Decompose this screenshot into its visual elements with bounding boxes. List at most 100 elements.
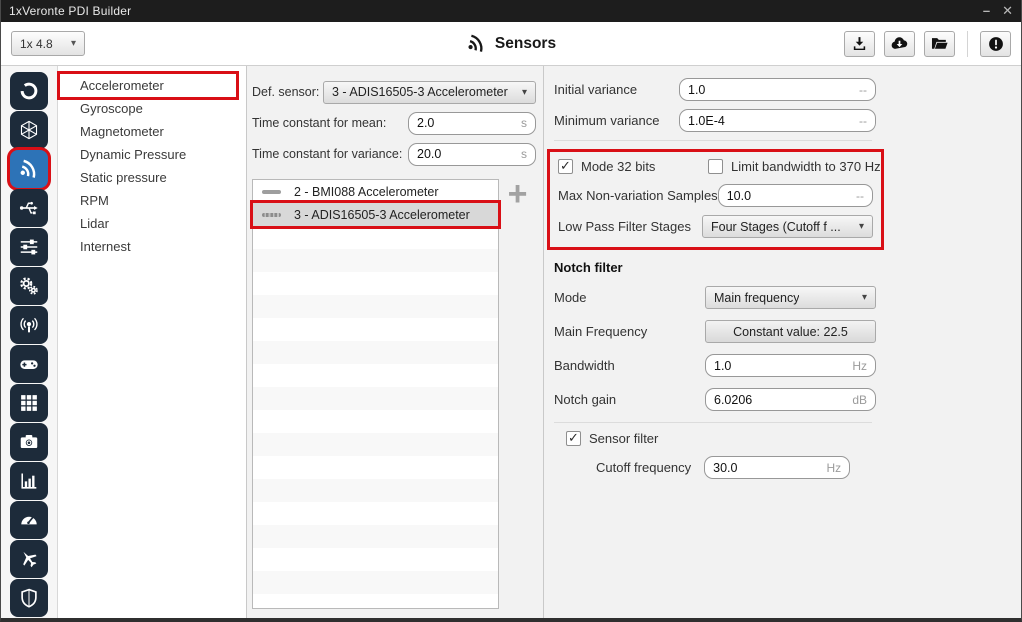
sidebar-item-broadcast[interactable] bbox=[10, 306, 48, 344]
gears-icon bbox=[18, 275, 40, 297]
mode-32-bits-checkbox[interactable] bbox=[558, 159, 573, 174]
accelerometer-panel: Def. sensor: 3 - ADIS16505-3 Acceleromet… bbox=[247, 66, 544, 618]
sliders-icon bbox=[18, 236, 40, 258]
version-selector-value: 1x 4.8 bbox=[20, 37, 53, 51]
page-title-text: Sensors bbox=[495, 35, 556, 53]
bandwidth-unit: Hz bbox=[852, 359, 867, 373]
power-ring-icon bbox=[18, 80, 40, 102]
cutoff-frequency-label: Cutoff frequency bbox=[596, 460, 691, 475]
time-mean-value: 2.0 bbox=[417, 116, 515, 130]
toolbar-divider bbox=[967, 31, 968, 57]
sidebar-item-sensors[interactable] bbox=[10, 150, 48, 188]
mesh-hexagon-icon bbox=[18, 119, 40, 141]
menu-item-gyroscope[interactable]: Gyroscope bbox=[58, 97, 246, 120]
sidebar-item-control-sliders[interactable] bbox=[10, 228, 48, 266]
initial-variance-input[interactable]: 1.0 -- bbox=[679, 78, 876, 101]
menu-item-accelerometer[interactable]: Accelerometer bbox=[60, 74, 236, 97]
sidebar-item-gauge[interactable] bbox=[10, 501, 48, 539]
separator bbox=[554, 422, 872, 423]
sidebar-item-power-ring[interactable] bbox=[10, 72, 48, 110]
sidebar-item-mesh-hexagon[interactable] bbox=[10, 111, 48, 149]
sidebar-item-grid[interactable] bbox=[10, 384, 48, 422]
menu-item-rpm[interactable]: RPM bbox=[58, 189, 246, 212]
main-frequency-button[interactable]: Constant value: 22.5 bbox=[705, 320, 876, 343]
notch-mode-value: Main frequency bbox=[714, 291, 799, 305]
limit-bandwidth-label: Limit bandwidth to 370 Hz bbox=[731, 159, 881, 174]
max-samples-label: Max Non-variation Samples bbox=[558, 188, 718, 203]
initial-variance-value: 1.0 bbox=[688, 83, 853, 97]
drag-handle-icon[interactable] bbox=[262, 213, 281, 217]
sidebar-item-gamepad[interactable] bbox=[10, 345, 48, 383]
open-folder-button[interactable] bbox=[924, 31, 955, 57]
camera-icon bbox=[18, 431, 40, 453]
max-samples-unit: -- bbox=[856, 189, 864, 203]
chevron-down-icon: ▾ bbox=[853, 221, 864, 232]
minimize-icon[interactable]: – bbox=[983, 1, 990, 21]
sidebar-item-chart[interactable] bbox=[10, 462, 48, 500]
minimum-variance-input[interactable]: 1.0E-4 -- bbox=[679, 109, 876, 132]
drag-handle-icon[interactable] bbox=[262, 190, 281, 194]
max-samples-input[interactable]: 10.0 -- bbox=[718, 184, 873, 207]
time-variance-unit: s bbox=[521, 147, 527, 161]
cutoff-frequency-value: 30.0 bbox=[713, 461, 820, 475]
sensor-menu: Accelerometer Gyroscope Magnetometer Dyn… bbox=[58, 66, 247, 618]
cutoff-frequency-input[interactable]: 30.0 Hz bbox=[704, 456, 850, 479]
cutoff-frequency-unit: Hz bbox=[826, 461, 841, 475]
limit-bandwidth-checkbox[interactable] bbox=[708, 159, 723, 174]
separator bbox=[554, 140, 872, 141]
gamepad-icon bbox=[18, 353, 40, 375]
add-sensor-button[interactable]: + bbox=[508, 181, 528, 207]
shield-icon bbox=[18, 587, 40, 609]
chevron-down-icon: ▾ bbox=[856, 292, 867, 303]
window-title: 1xVeronte PDI Builder bbox=[9, 4, 131, 18]
cloud-download-button[interactable] bbox=[884, 31, 915, 57]
sidebar-item-safety[interactable] bbox=[10, 579, 48, 617]
sensor-filter-checkbox[interactable] bbox=[566, 431, 581, 446]
def-sensor-dropdown[interactable]: 3 - ADIS16505-3 Accelerometer ▾ bbox=[323, 81, 536, 104]
main-frequency-value: Constant value: 22.5 bbox=[733, 325, 848, 339]
menu-item-magnetometer[interactable]: Magnetometer bbox=[58, 120, 246, 143]
gauge-icon bbox=[18, 509, 40, 531]
cloud-download-icon bbox=[890, 34, 909, 53]
config-panel: Initial variance 1.0 -- Minimum variance… bbox=[544, 66, 1021, 618]
sensors-icon bbox=[466, 33, 487, 54]
minimum-variance-label: Minimum variance bbox=[554, 113, 659, 128]
save-download-button[interactable] bbox=[844, 31, 875, 57]
notch-mode-label: Mode bbox=[554, 290, 587, 305]
def-sensor-label: Def. sensor: bbox=[252, 85, 319, 99]
highlighted-filter-section: Mode 32 bits Limit bandwidth to 370 Hz M… bbox=[547, 149, 884, 250]
low-pass-label: Low Pass Filter Stages bbox=[558, 219, 691, 234]
download-icon bbox=[851, 35, 868, 52]
version-selector-dropdown[interactable]: 1x 4.8 ▾ bbox=[11, 31, 85, 56]
bar-chart-icon bbox=[18, 470, 40, 492]
sidebar-item-flight[interactable] bbox=[10, 540, 48, 578]
time-variance-input[interactable]: 20.0 s bbox=[408, 143, 536, 166]
list-item-adis16505[interactable]: 3 - ADIS16505-3 Accelerometer bbox=[253, 203, 498, 226]
bandwidth-label: Bandwidth bbox=[554, 358, 615, 373]
list-item-label: 2 - BMI088 Accelerometer bbox=[294, 185, 439, 199]
notch-gain-input[interactable]: 6.0206 dB bbox=[705, 388, 876, 411]
title-bar: 1xVeronte PDI Builder – ✕ bbox=[1, 0, 1021, 22]
time-mean-input[interactable]: 2.0 s bbox=[408, 112, 536, 135]
menu-item-dynamic-pressure[interactable]: Dynamic Pressure bbox=[58, 143, 246, 166]
sidebar-item-camera[interactable] bbox=[10, 423, 48, 461]
sensor-filter-label: Sensor filter bbox=[589, 431, 658, 446]
open-folder-icon bbox=[930, 34, 949, 53]
notch-mode-dropdown[interactable]: Main frequency ▾ bbox=[705, 286, 876, 309]
minimum-variance-unit: -- bbox=[859, 114, 867, 128]
airplane-icon bbox=[18, 548, 40, 570]
low-pass-dropdown[interactable]: Four Stages (Cutoff f ... ▾ bbox=[702, 215, 873, 238]
feedback-info-button[interactable] bbox=[980, 31, 1011, 57]
menu-item-internest[interactable]: Internest bbox=[58, 235, 246, 258]
menu-item-lidar[interactable]: Lidar bbox=[58, 212, 246, 235]
bandwidth-input[interactable]: 1.0 Hz bbox=[705, 354, 876, 377]
sidebar-item-automations[interactable] bbox=[10, 267, 48, 305]
chevron-down-icon: ▾ bbox=[516, 87, 527, 98]
menu-item-static-pressure[interactable]: Static pressure bbox=[58, 166, 246, 189]
app-window: 1xVeronte PDI Builder – ✕ 1x 4.8 ▾ Senso… bbox=[0, 0, 1022, 622]
sidebar-item-usb[interactable] bbox=[10, 189, 48, 227]
icon-sidebar bbox=[1, 66, 58, 618]
close-icon[interactable]: ✕ bbox=[1002, 1, 1013, 21]
notch-gain-value: 6.0206 bbox=[714, 393, 846, 407]
list-item-bmi088[interactable]: 2 - BMI088 Accelerometer bbox=[253, 180, 498, 203]
